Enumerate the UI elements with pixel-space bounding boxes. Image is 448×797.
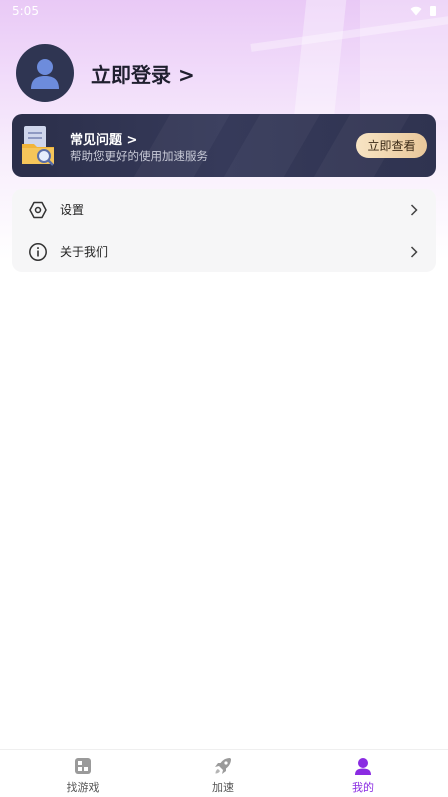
nav-mine[interactable]: 我的 — [313, 756, 413, 796]
nav-label: 找游戏 — [66, 781, 100, 794]
profile-section[interactable]: 立即登录 > — [16, 44, 195, 102]
faq-banner[interactable]: 常见问题 > 帮助您更好的使用加速服务 立即查看 — [12, 114, 436, 177]
menu-item-label: 设置 — [60, 203, 85, 217]
rocket-icon — [215, 758, 231, 774]
settings-menu: 设置 关于我们 — [12, 189, 436, 272]
faq-subtitle: 帮助您更好的使用加速服务 — [70, 149, 208, 163]
faq-folder-icon — [22, 126, 54, 166]
chevron-right-icon — [410, 203, 418, 216]
wifi-icon — [410, 6, 422, 16]
bottom-navigation: 找游戏 加速 我的 — [0, 749, 448, 797]
menu-item-about[interactable]: 关于我们 — [12, 231, 436, 272]
nav-label: 加速 — [212, 781, 234, 794]
nav-accelerate[interactable]: 加速 — [173, 756, 273, 796]
menu-item-label: 关于我们 — [60, 245, 109, 259]
nav-find-games[interactable]: 找游戏 — [33, 756, 133, 796]
avatar[interactable] — [16, 44, 74, 102]
status-time: 5:05 — [12, 4, 39, 18]
view-now-button[interactable]: 立即查看 — [356, 133, 427, 158]
battery-icon — [430, 6, 436, 16]
info-icon — [29, 242, 47, 261]
status-bar: 5:05 — [0, 0, 448, 22]
login-link[interactable]: 立即登录 > — [91, 59, 195, 88]
menu-item-settings[interactable]: 设置 — [12, 189, 436, 230]
nav-label: 我的 — [352, 781, 374, 794]
faq-title[interactable]: 常见问题 > — [70, 129, 137, 148]
chevron-right-icon — [410, 245, 418, 258]
user-icon — [355, 758, 371, 775]
user-avatar-icon — [31, 59, 59, 89]
gear-icon — [29, 201, 47, 218]
grid-icon — [75, 758, 91, 774]
